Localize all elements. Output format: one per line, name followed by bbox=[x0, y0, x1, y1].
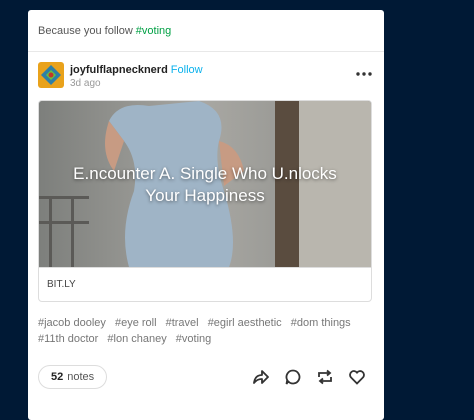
tag-link[interactable]: #11th doctor bbox=[38, 333, 98, 345]
post-card: Because you follow #voting joyfulflapnec… bbox=[28, 10, 384, 420]
tag-link[interactable]: #voting bbox=[176, 333, 211, 345]
tag-list: #jacob dooley #eye roll #travel #egirl a… bbox=[38, 315, 358, 347]
share-icon[interactable] bbox=[252, 368, 270, 386]
link-title-line1: E.ncounter A. Single Who U.nlocks bbox=[73, 164, 337, 183]
link-preview-card[interactable]: E.ncounter A. Single Who U.nlocks Your H… bbox=[38, 100, 372, 302]
link-title[interactable]: E.ncounter A. Single Who U.nlocks Your H… bbox=[39, 163, 371, 207]
notes-count: 52 bbox=[51, 371, 64, 383]
link-preview-image[interactable]: E.ncounter A. Single Who U.nlocks Your H… bbox=[39, 101, 371, 267]
notes-button[interactable]: 52 notes bbox=[38, 365, 108, 389]
post-header: joyfulflapnecknerd Follow 3d ago bbox=[38, 62, 374, 90]
recommendation-prefix: Because you follow bbox=[38, 24, 133, 37]
post-actions bbox=[252, 368, 366, 386]
username-link[interactable]: joyfulflapnecknerd bbox=[70, 64, 168, 76]
tag-link[interactable]: #travel bbox=[166, 317, 199, 329]
more-options-icon[interactable] bbox=[354, 67, 374, 79]
tag-link[interactable]: #jacob dooley bbox=[38, 317, 106, 329]
tag-link[interactable]: #egirl aesthetic bbox=[208, 317, 282, 329]
tag-link[interactable]: #lon chaney bbox=[107, 333, 166, 345]
recommendation-reason: Because you follow #voting bbox=[28, 10, 384, 52]
recommendation-tag-link[interactable]: #voting bbox=[136, 25, 171, 37]
follow-button[interactable]: Follow bbox=[171, 64, 203, 76]
avatar[interactable] bbox=[38, 62, 64, 88]
tag-link[interactable]: #dom things bbox=[291, 317, 351, 329]
reply-icon[interactable] bbox=[284, 368, 302, 386]
link-title-line2: Your Happiness bbox=[145, 186, 265, 205]
link-domain: BIT.LY bbox=[39, 267, 371, 301]
like-icon[interactable] bbox=[348, 368, 366, 386]
tag-link[interactable]: #eye roll bbox=[115, 317, 157, 329]
reblog-icon[interactable] bbox=[316, 368, 334, 386]
post-timestamp: 3d ago bbox=[70, 78, 101, 89]
notes-label: notes bbox=[67, 371, 95, 383]
